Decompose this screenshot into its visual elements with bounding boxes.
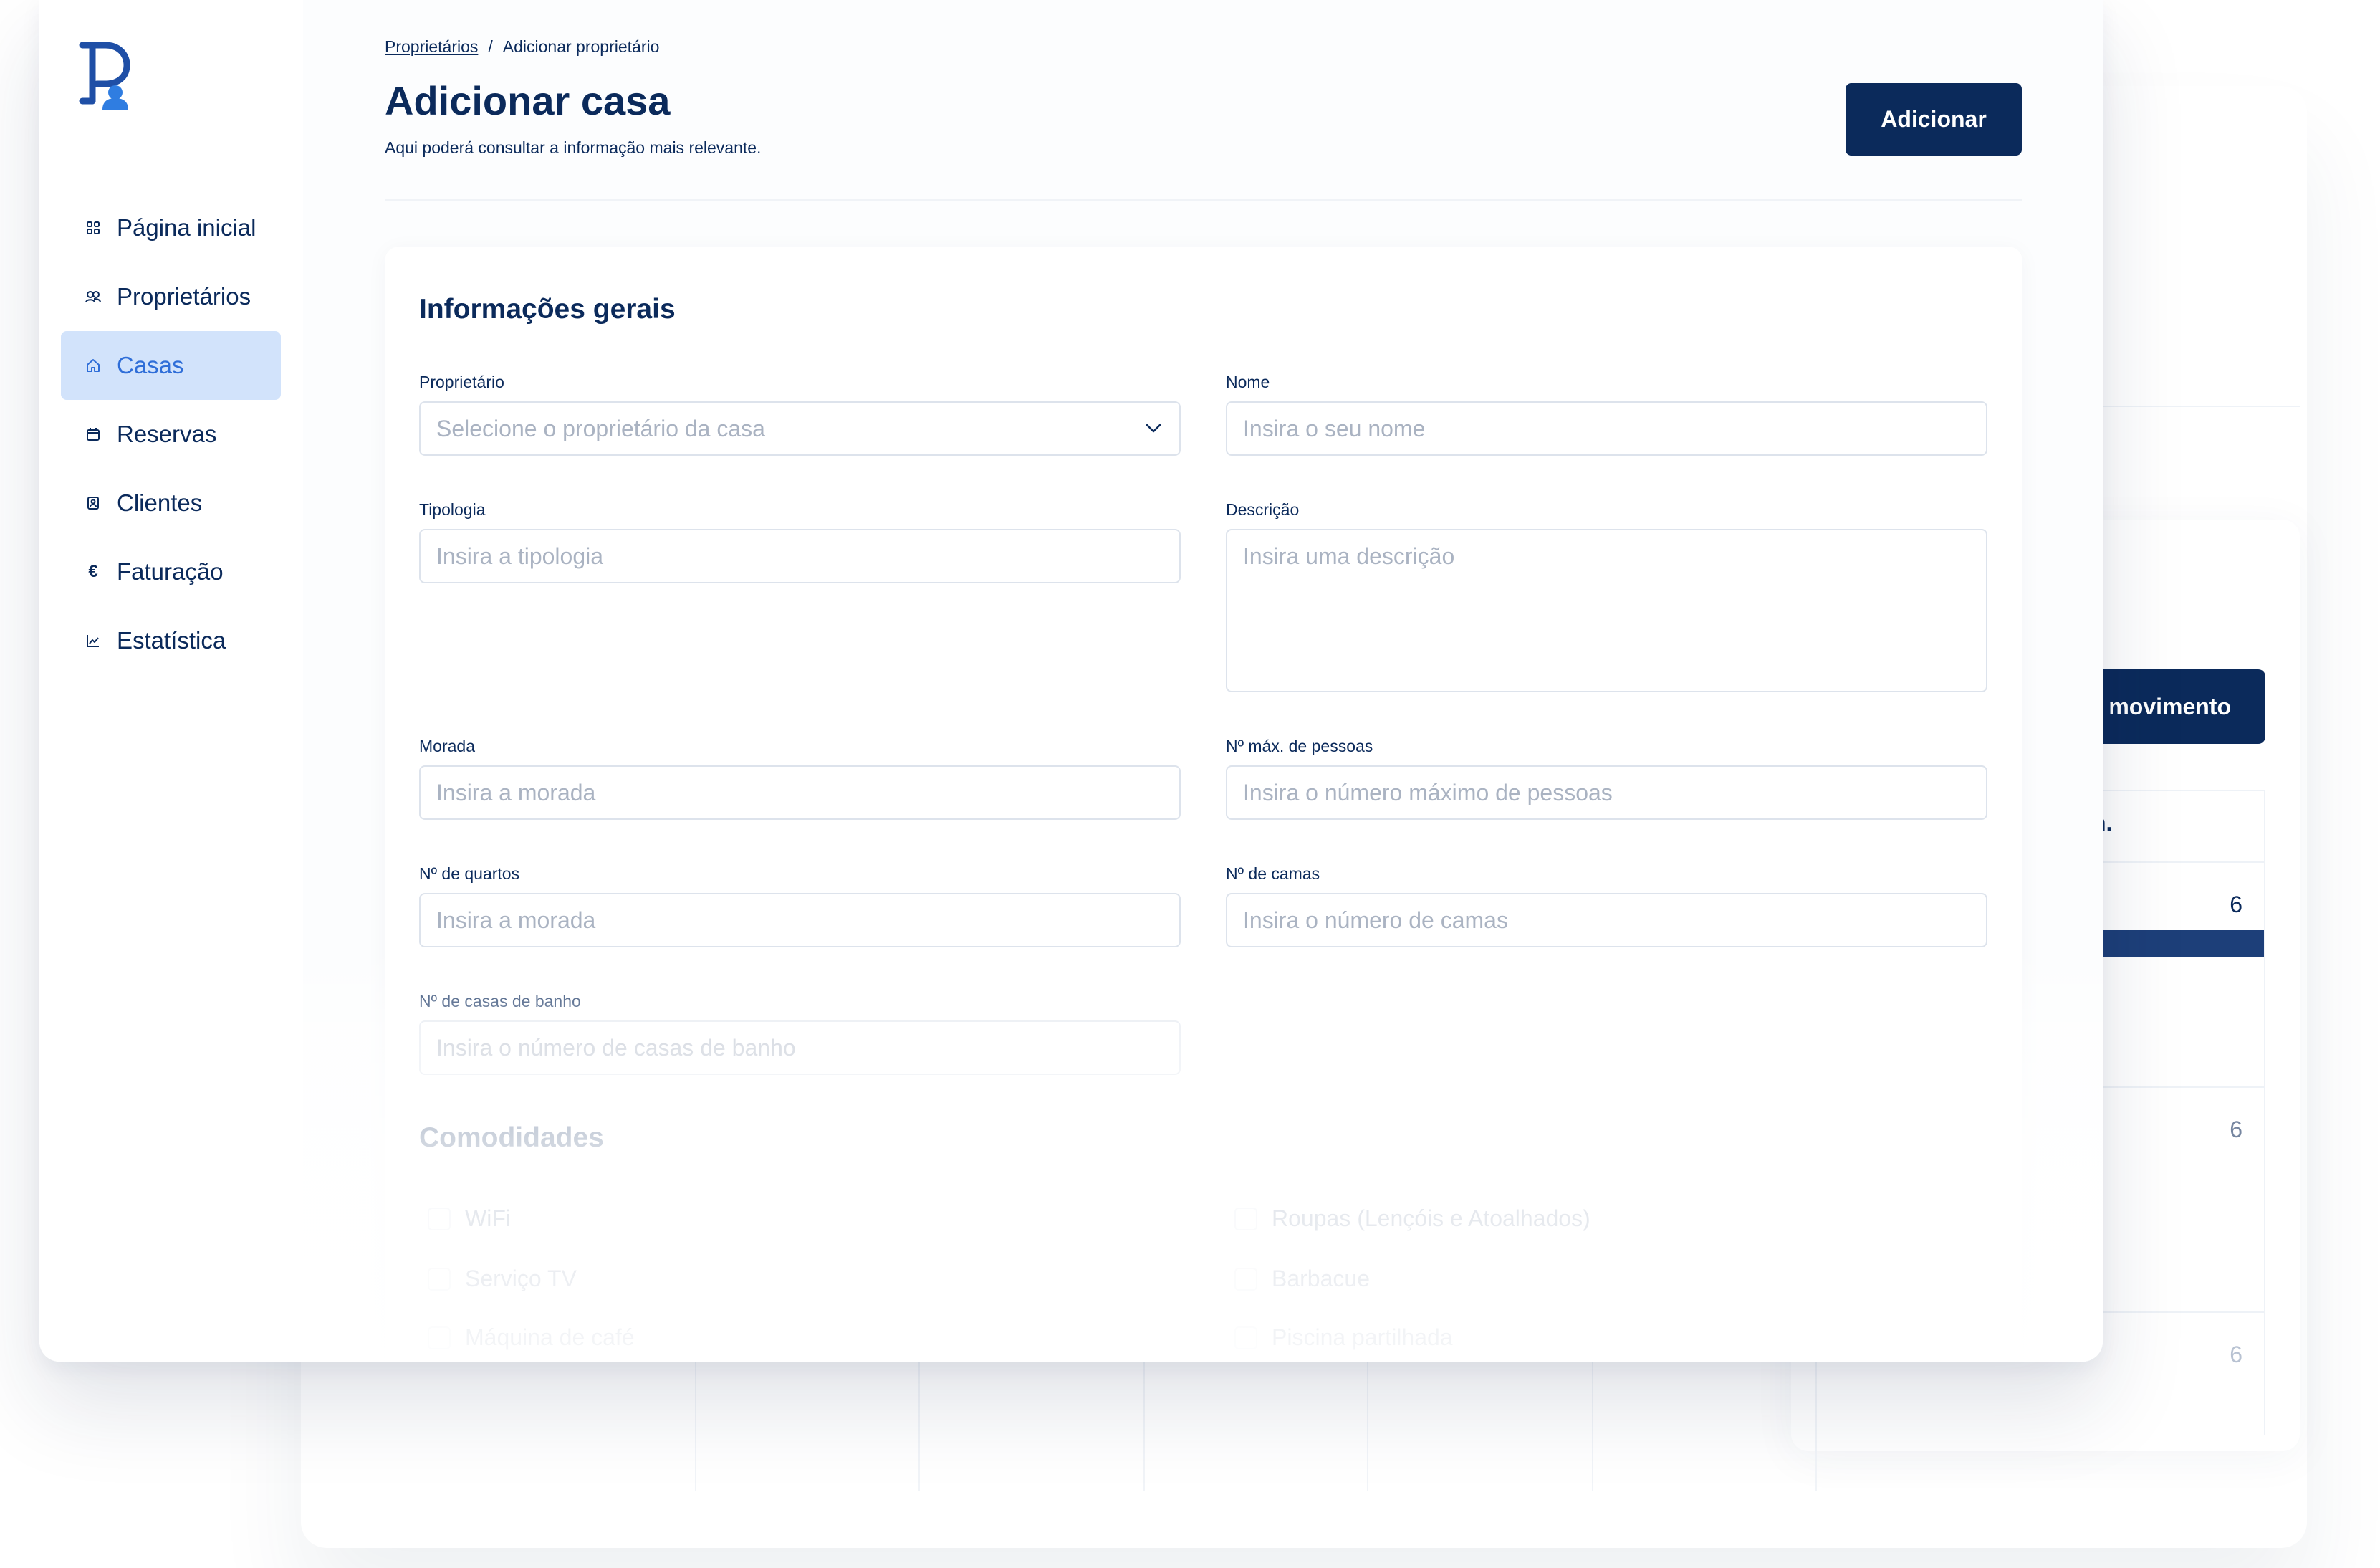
amenity-tv[interactable]: Serviço TV	[428, 1266, 577, 1292]
amenity-label: Máquina de café	[465, 1324, 635, 1350]
background-cell-value: 6	[2230, 891, 2242, 917]
sidebar-item-houses[interactable]: Casas	[61, 331, 281, 400]
sidebar-item-label: Estatística	[117, 627, 226, 654]
address-input[interactable]	[419, 765, 1181, 820]
amenity-barbecue[interactable]: Barbacue	[1234, 1266, 1370, 1292]
add-button[interactable]: Adicionar	[1846, 83, 2022, 156]
amenity-label: Barbacue	[1272, 1266, 1370, 1291]
sidebar-item-label: Casas	[117, 352, 184, 378]
page-title: Adicionar casa	[385, 78, 671, 123]
main-content: Proprietários / Adicionar proprietário Adi…	[303, 0, 2103, 1362]
background-grid-line	[1367, 1347, 1368, 1491]
background-grid-line	[1815, 1347, 1817, 1491]
sidebar-item-billing[interactable]: € Faturação	[61, 537, 281, 606]
background-divider	[2092, 406, 2300, 407]
amenity-label: Serviço TV	[465, 1266, 577, 1291]
sidebar-item-label: Página inicial	[117, 214, 256, 241]
background-highlight-bar	[2099, 930, 2264, 957]
sidebar-item-label: Clientes	[117, 489, 203, 516]
beds-input[interactable]	[1226, 893, 1987, 947]
amenity-label: Roupas (Lençóis e Atoalhados)	[1272, 1205, 1590, 1231]
contact-book-icon	[85, 495, 101, 511]
owner-select-placeholder: Selecione o proprietário da casa	[419, 401, 1181, 456]
sidebar-item-owners[interactable]: Proprietários	[61, 262, 281, 331]
max-people-input[interactable]	[1226, 765, 1987, 820]
line-chart-icon	[85, 633, 101, 649]
owner-select[interactable]: Selecione o proprietário da casa	[419, 401, 1181, 456]
description-label: Descrição	[1226, 500, 1300, 519]
name-label: Nome	[1226, 373, 1270, 391]
users-icon	[85, 289, 101, 305]
owner-label: Proprietário	[419, 373, 504, 391]
beds-label: Nº de camas	[1226, 864, 1320, 883]
background-grid-line	[695, 1347, 696, 1491]
checkbox[interactable]	[1234, 1326, 1257, 1349]
sidebar-item-label: Proprietários	[117, 283, 251, 310]
rooms-label: Nº de quartos	[419, 864, 520, 883]
name-input[interactable]	[1226, 401, 1987, 456]
amenity-wifi[interactable]: WiFi	[428, 1205, 511, 1232]
amenity-shared-pool[interactable]: Piscina partilhada	[1234, 1324, 1453, 1351]
background-cell-value: 6	[2230, 1342, 2242, 1367]
typology-input[interactable]	[419, 529, 1181, 583]
section-title-amenities: Comodidades	[419, 1122, 604, 1153]
amenity-coffee-machine[interactable]: Máquina de café	[428, 1324, 635, 1351]
bathrooms-label: Nº de casas de banho	[419, 992, 581, 1010]
background-grid-line	[1592, 1347, 1593, 1491]
checkbox[interactable]	[1234, 1267, 1257, 1291]
checkbox[interactable]	[428, 1267, 451, 1291]
euro-icon: €	[88, 562, 98, 581]
page-subtitle: Aqui poderá consultar a informação mais …	[385, 138, 762, 157]
section-title-general-info: Informações gerais	[419, 294, 676, 325]
amenity-label: Piscina partilhada	[1272, 1324, 1453, 1350]
sidebar-item-statistics[interactable]: Estatística	[61, 606, 281, 675]
sidebar-nav: Página inicial Proprietários Casas Reser…	[61, 193, 281, 675]
background-grid-line	[918, 1347, 920, 1491]
header-divider	[385, 199, 2022, 201]
amenity-label: WiFi	[465, 1205, 511, 1231]
checkbox[interactable]	[428, 1207, 451, 1230]
breadcrumb-separator: /	[488, 37, 493, 56]
breadcrumb-owners-link[interactable]: Proprietários	[385, 37, 478, 56]
breadcrumb: Proprietários / Adicionar proprietário	[385, 37, 659, 57]
checkbox[interactable]	[428, 1326, 451, 1349]
background-grid-line	[1143, 1347, 1145, 1491]
sidebar: Página inicial Proprietários Casas Reser…	[39, 0, 303, 1362]
background-cell-value: 6	[2230, 1117, 2242, 1142]
amenity-linens[interactable]: Roupas (Lençóis e Atoalhados)	[1234, 1205, 1590, 1232]
sidebar-item-clients[interactable]: Clientes	[61, 469, 281, 537]
chevron-down-icon	[1146, 424, 1161, 433]
checkbox[interactable]	[1234, 1207, 1257, 1230]
rooms-input[interactable]	[419, 893, 1181, 947]
description-textarea[interactable]	[1226, 529, 1987, 692]
typology-label: Tipologia	[419, 500, 486, 519]
bathrooms-input[interactable]	[419, 1020, 1181, 1075]
address-label: Morada	[419, 737, 475, 755]
grid-icon	[85, 220, 101, 236]
sidebar-item-home[interactable]: Página inicial	[61, 193, 281, 262]
app-logo[interactable]	[77, 39, 134, 111]
form-card: Informações gerais Proprietário Selecion…	[385, 247, 2022, 1362]
home-icon	[85, 358, 101, 373]
calendar-icon	[85, 426, 101, 442]
breadcrumb-current: Adicionar proprietário	[502, 37, 660, 56]
sidebar-item-label: Reservas	[117, 421, 217, 447]
app-window: Página inicial Proprietários Casas Reser…	[39, 0, 2103, 1362]
max-people-label: Nº máx. de pessoas	[1226, 737, 1373, 755]
sidebar-item-reservations[interactable]: Reservas	[61, 400, 281, 469]
sidebar-item-label: Faturação	[117, 558, 224, 585]
